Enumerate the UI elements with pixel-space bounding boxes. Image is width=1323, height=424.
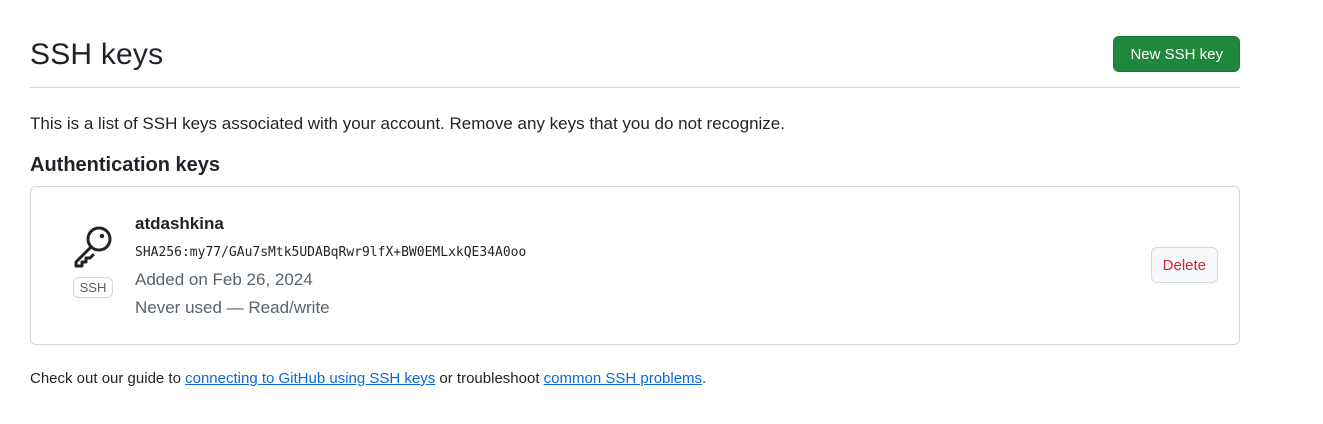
ssh-badge: SSH: [72, 277, 114, 298]
page-header: SSH keys New SSH key: [30, 28, 1240, 88]
key-usage: Never used — Read/write: [135, 298, 330, 317]
delete-key-button[interactable]: Delete: [1150, 247, 1218, 283]
ssh-guide-link[interactable]: connecting to GitHub using SSH keys: [185, 370, 435, 387]
ssh-keys-page: SSH keys New SSH key This is a list of S…: [0, 0, 1323, 424]
key-icon-block: SSH: [67, 223, 119, 298]
key-fingerprint: SHA256:my77/GAu7sMtk5UDABqRwr9lfX+BW0EML…: [135, 245, 527, 260]
section-title: Authentication keys: [30, 154, 221, 176]
ssh-problems-link[interactable]: common SSH problems: [544, 370, 702, 387]
page-title: SSH keys: [30, 38, 164, 71]
ssh-key-item: SSH atdashkina SHA256:my77/GAu7sMtk5UDAB…: [30, 186, 1240, 345]
intro-text: This is a list of SSH keys associated wi…: [30, 114, 785, 133]
new-ssh-key-button[interactable]: New SSH key: [1113, 36, 1240, 72]
footer-suffix: .: [702, 370, 707, 387]
key-icon: [70, 223, 116, 269]
key-added-date: Added on Feb 26, 2024: [135, 270, 313, 289]
footer-guide-text: Check out our guide to connecting to Git…: [30, 370, 706, 387]
footer-middle: or troubleshoot: [435, 370, 544, 387]
footer-prefix: Check out our guide to: [30, 370, 186, 387]
key-title: atdashkina: [135, 214, 224, 233]
